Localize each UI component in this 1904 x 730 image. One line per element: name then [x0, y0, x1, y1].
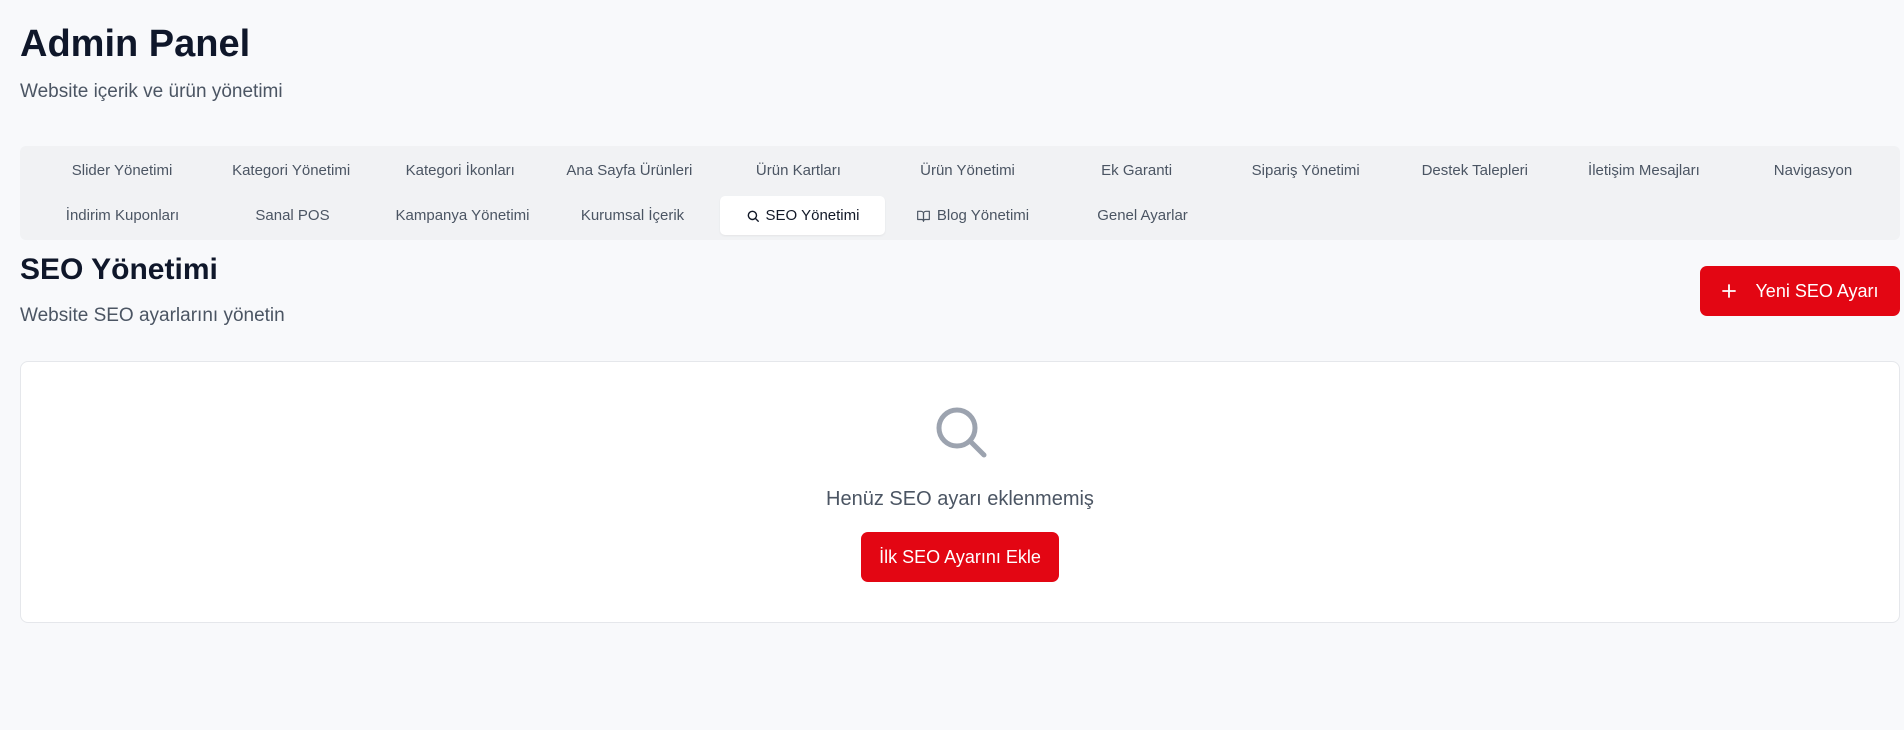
- add-first-seo-button[interactable]: İlk SEO Ayarını Ekle: [861, 532, 1059, 582]
- page-title: Admin Panel: [20, 23, 251, 65]
- tab-ek-garanti[interactable]: Ek Garanti: [1055, 151, 1219, 190]
- tab-kampanya[interactable]: Kampanya Yönetimi: [380, 196, 545, 235]
- tab-indirim-kuponlari[interactable]: İndirim Kuponları: [40, 196, 205, 235]
- tab-ana-sayfa-urunleri[interactable]: Ana Sayfa Ürünleri: [547, 151, 711, 190]
- empty-state-message: Henüz SEO ayarı eklenmemiş: [826, 488, 1094, 510]
- tab-iletisim[interactable]: İletişim Mesajları: [1562, 151, 1726, 190]
- tab-row-1: Slider Yönetimi Kategori Yönetimi Katego…: [40, 151, 1900, 196]
- new-seo-button-label: Yeni SEO Ayarı: [1755, 280, 1879, 301]
- add-first-seo-button-label: İlk SEO Ayarını Ekle: [879, 546, 1041, 567]
- tab-urun-yonetimi[interactable]: Ürün Yönetimi: [885, 151, 1049, 190]
- section-subtitle: Website SEO ayarlarını yönetin: [20, 305, 285, 326]
- tab-label: Ana Sayfa Ürünleri: [566, 162, 693, 179]
- empty-state-card: Henüz SEO ayarı eklenmemiş İlk SEO Ayarı…: [20, 361, 1900, 623]
- search-icon: [936, 407, 987, 458]
- tab-slider[interactable]: Slider Yönetimi: [40, 151, 204, 190]
- tab-kategori[interactable]: Kategori Yönetimi: [209, 151, 373, 190]
- search-icon: [747, 210, 759, 222]
- tab-urun-kartlari[interactable]: Ürün Kartları: [716, 151, 880, 190]
- tab-label: Blog Yönetimi: [936, 207, 1030, 224]
- book-icon: [916, 210, 930, 222]
- tab-row-2: İndirim Kuponları Sanal POS Kampanya Yön…: [40, 196, 1900, 241]
- page-subtitle: Website içerik ve ürün yönetimi: [20, 81, 283, 102]
- tab-label: Ek Garanti: [1101, 162, 1173, 179]
- tab-label: Ürün Kartları: [755, 162, 841, 179]
- new-seo-button[interactable]: Yeni SEO Ayarı: [1700, 266, 1900, 316]
- tab-label: Sanal POS: [255, 207, 330, 224]
- tab-seo[interactable]: SEO Yönetimi: [720, 196, 885, 235]
- tab-destek[interactable]: Destek Talepleri: [1393, 151, 1557, 190]
- tab-label: Kurumsal İçerik: [580, 207, 685, 224]
- tab-label: Navigasyon: [1773, 162, 1853, 179]
- tab-kategori-ikonlari[interactable]: Kategori İkonları: [378, 151, 542, 190]
- section-title: SEO Yönetimi: [20, 253, 218, 286]
- tab-sanal-pos[interactable]: Sanal POS: [210, 196, 375, 235]
- tab-genel-ayarlar[interactable]: Genel Ayarlar: [1060, 196, 1225, 235]
- admin-page: Admin Panel Website içerik ve ürün yönet…: [0, 0, 1904, 730]
- tab-label: İletişim Mesajları: [1588, 162, 1700, 179]
- tab-label: Destek Talepleri: [1421, 162, 1529, 179]
- tab-label: SEO Yönetimi: [765, 207, 860, 224]
- tab-navigasyon[interactable]: Navigasyon: [1731, 151, 1895, 190]
- tab-kurumsal[interactable]: Kurumsal İçerik: [550, 196, 715, 235]
- tab-label: Kategori İkonları: [405, 162, 515, 179]
- tab-label: Kampanya Yönetimi: [395, 207, 530, 224]
- tab-label: Kategori Yönetimi: [232, 162, 351, 179]
- plus-icon: [1721, 283, 1737, 299]
- tab-label: Genel Ayarlar: [1097, 207, 1188, 224]
- tab-siparis[interactable]: Sipariş Yönetimi: [1224, 151, 1388, 190]
- tab-bar: Slider Yönetimi Kategori Yönetimi Katego…: [20, 146, 1900, 240]
- tab-label: Sipariş Yönetimi: [1251, 162, 1360, 179]
- tab-blog[interactable]: Blog Yönetimi: [890, 196, 1055, 235]
- tab-label: Ürün Yönetimi: [920, 162, 1015, 179]
- tab-label: Slider Yönetimi: [71, 162, 173, 179]
- page-header: Admin Panel Website içerik ve ürün yönet…: [20, 22, 283, 104]
- tab-label: İndirim Kuponları: [65, 207, 180, 224]
- section-header: SEO Yönetimi Website SEO ayarlarını yöne…: [20, 252, 285, 328]
